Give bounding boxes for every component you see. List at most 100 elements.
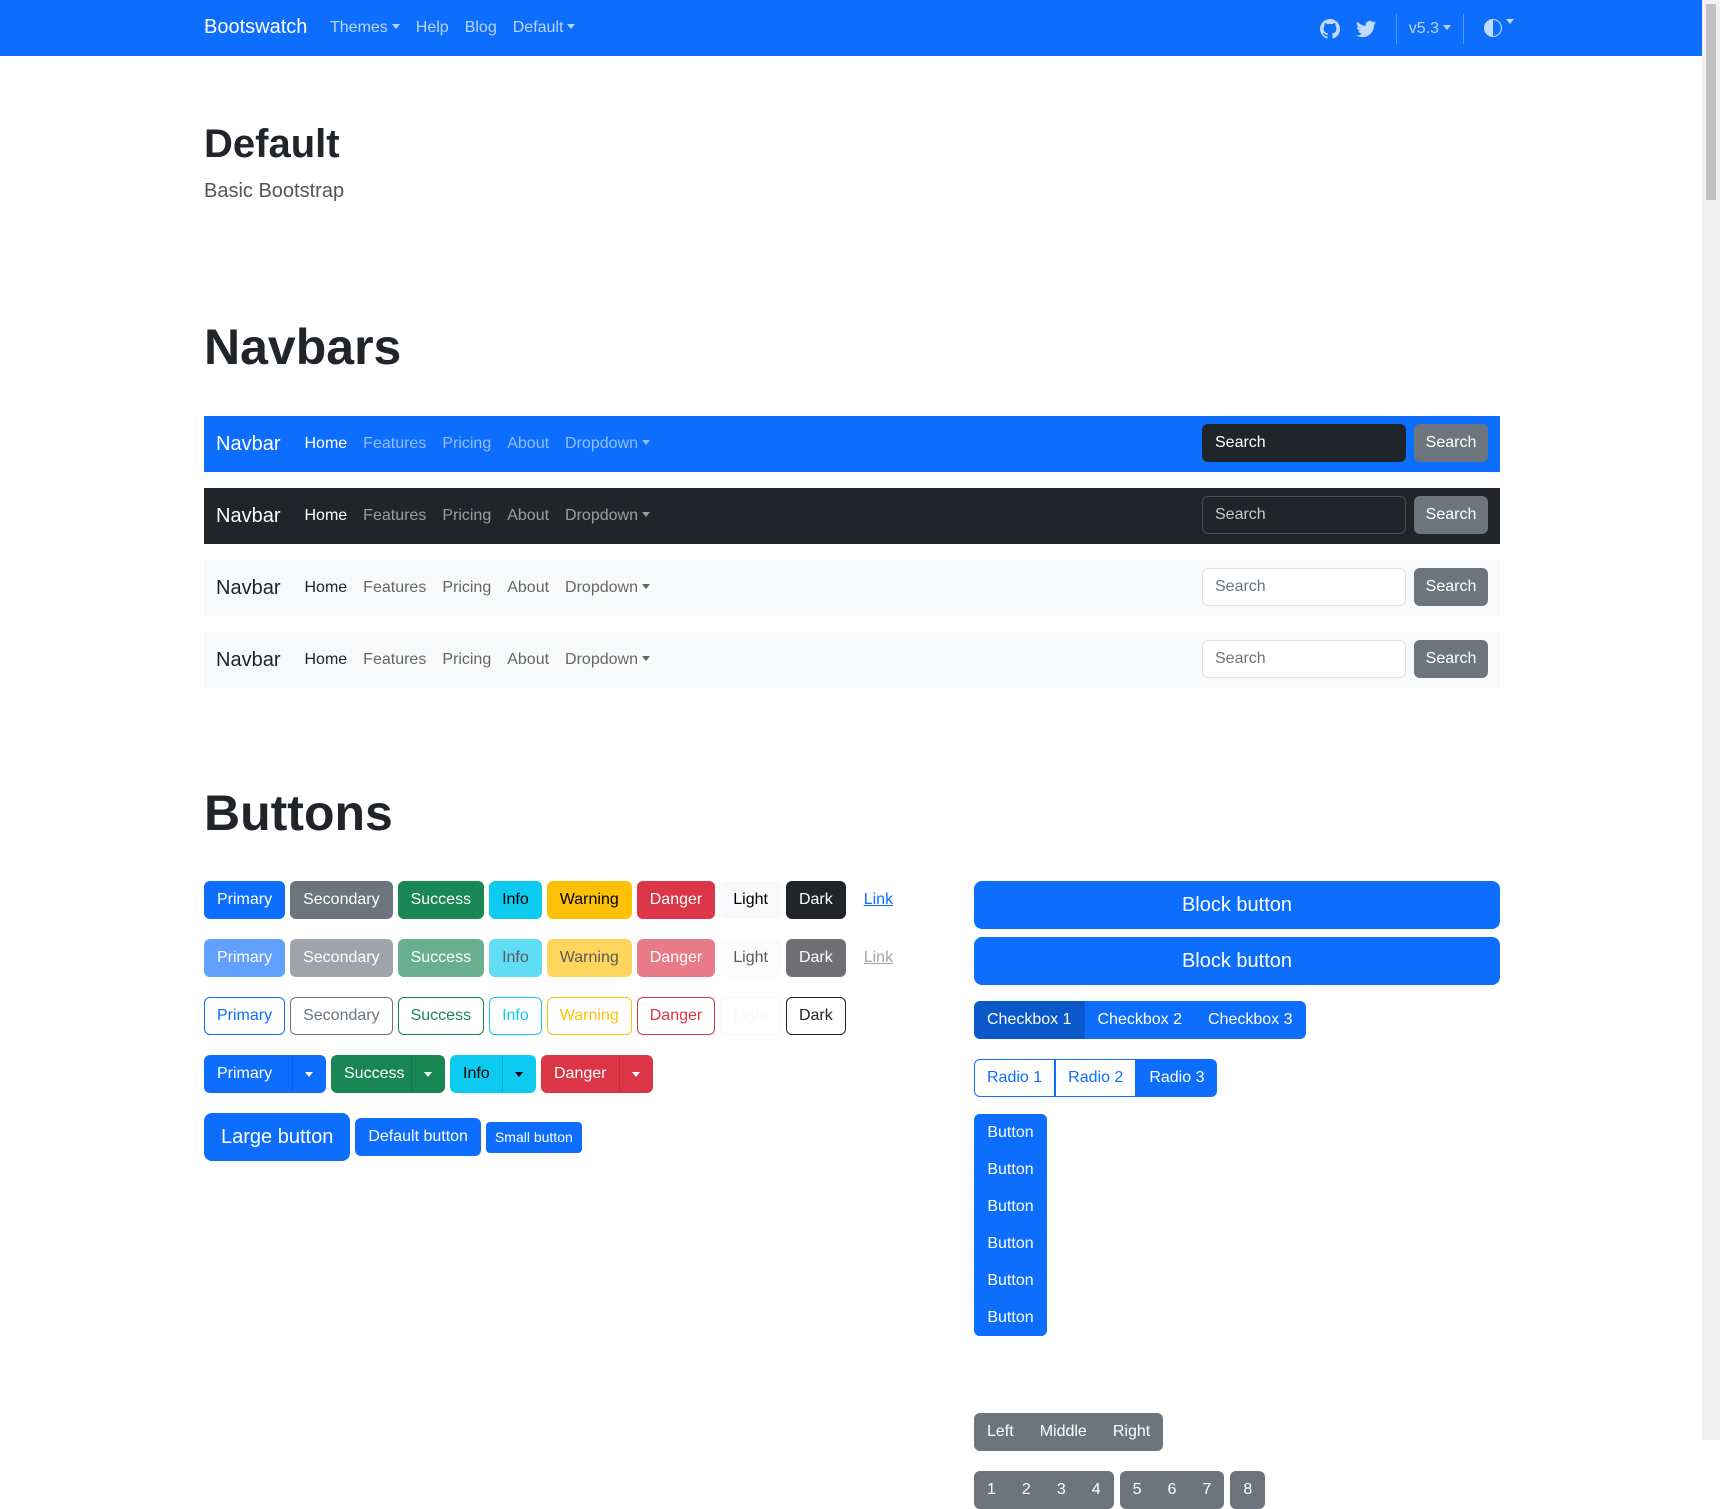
default-button[interactable]: Default button <box>355 1118 481 1156</box>
dark-outline-button[interactable]: Dark <box>785 997 846 1035</box>
navbar-brand[interactable]: Navbar <box>216 649 280 672</box>
nav-pricing[interactable]: Pricing <box>442 435 491 453</box>
nav-home[interactable]: Home <box>304 579 347 597</box>
nav-home[interactable]: Home <box>304 507 347 525</box>
small-button[interactable]: Small button <box>485 1121 582 1153</box>
chevron-down-icon[interactable] <box>619 1055 653 1093</box>
github-icon[interactable] <box>1319 19 1340 39</box>
nav-features[interactable]: Features <box>363 507 426 525</box>
nav-pricing[interactable]: Pricing <box>442 651 491 669</box>
primary-button[interactable]: Primary <box>204 881 286 919</box>
nav-home[interactable]: Home <box>304 651 347 669</box>
block-button[interactable]: Block button <box>974 937 1500 985</box>
navbar-links: Home Features Pricing About Dropdown <box>304 435 649 453</box>
nav-about[interactable]: About <box>507 507 549 525</box>
toolbar-button[interactable]: 2 <box>1008 1471 1044 1509</box>
search-input[interactable]: Search <box>1202 568 1406 606</box>
large-button[interactable]: Large button <box>204 1113 351 1161</box>
nav-pricing[interactable]: Pricing <box>442 507 491 525</box>
toolbar-button[interactable]: 4 <box>1078 1471 1114 1509</box>
navbar-brand[interactable]: Navbar <box>216 433 280 456</box>
info-outline-button[interactable]: Info <box>489 997 542 1035</box>
info-button-disabled: Info <box>489 939 542 977</box>
toolbar-button[interactable]: 8 <box>1230 1471 1266 1509</box>
warning-button[interactable]: Warning <box>546 881 632 919</box>
chevron-down-icon[interactable] <box>411 1055 445 1093</box>
danger-outline-button[interactable]: Danger <box>636 997 716 1035</box>
right-button[interactable]: Right <box>1099 1413 1164 1451</box>
chevron-down-icon[interactable] <box>292 1055 326 1093</box>
middle-button[interactable]: Middle <box>1026 1413 1100 1451</box>
vertical-button[interactable]: Button <box>974 1262 1047 1299</box>
nav-dropdown[interactable]: Dropdown <box>565 435 650 453</box>
primary-split-main[interactable]: Primary <box>204 1055 292 1093</box>
theme-toggle-icon[interactable] <box>1484 19 1514 39</box>
navbar-brand[interactable]: Navbar <box>216 577 280 600</box>
toolbar-button[interactable]: 5 <box>1119 1471 1155 1509</box>
dark-button[interactable]: Dark <box>785 881 846 919</box>
info-button[interactable]: Info <box>489 881 542 919</box>
chevron-down-icon[interactable] <box>502 1055 536 1093</box>
nav-home[interactable]: Home <box>304 435 347 453</box>
navbar-dark: Navbar Home Features Pricing About Dropd… <box>204 488 1500 544</box>
vertical-button[interactable]: Button <box>974 1188 1047 1225</box>
danger-split-main[interactable]: Danger <box>541 1055 619 1093</box>
vertical-button[interactable]: Button <box>974 1114 1047 1151</box>
success-outline-button[interactable]: Success <box>397 997 485 1035</box>
block-button[interactable]: Block button <box>974 881 1500 929</box>
nav-dropdown[interactable]: Dropdown <box>565 579 650 597</box>
info-split-main[interactable]: Info <box>450 1055 502 1093</box>
brand-link[interactable]: Bootswatch <box>204 16 307 39</box>
toolbar-button[interactable]: 6 <box>1154 1471 1190 1509</box>
nav-features[interactable]: Features <box>363 651 426 669</box>
search-button[interactable]: Search <box>1414 424 1488 462</box>
danger-button[interactable]: Danger <box>636 881 716 919</box>
toolbar-button[interactable]: 3 <box>1043 1471 1079 1509</box>
nav-features[interactable]: Features <box>363 579 426 597</box>
primary-outline-button[interactable]: Primary <box>204 997 286 1035</box>
nav-about[interactable]: About <box>507 435 549 453</box>
version-dropdown[interactable]: v5.3 <box>1409 20 1451 38</box>
help-link[interactable]: Help <box>416 19 449 37</box>
checkbox-3[interactable]: Checkbox 3 <box>1195 1001 1306 1039</box>
nav-about[interactable]: About <box>507 579 549 597</box>
link-button[interactable]: Link <box>851 881 906 919</box>
navbar-brand[interactable]: Navbar <box>216 505 280 528</box>
nav-pricing[interactable]: Pricing <box>442 579 491 597</box>
split-buttons-row: Primary Success Info Danger <box>204 1055 653 1093</box>
scrollbar-thumb[interactable] <box>1706 4 1716 200</box>
blog-link[interactable]: Blog <box>465 19 497 37</box>
radio-3[interactable]: Radio 3 <box>1136 1059 1218 1097</box>
search-input[interactable]: Search <box>1202 424 1406 462</box>
search-button[interactable]: Search <box>1414 496 1488 534</box>
checkbox-2[interactable]: Checkbox 2 <box>1084 1001 1195 1039</box>
nav-dropdown[interactable]: Dropdown <box>565 507 650 525</box>
nav-about[interactable]: About <box>507 651 549 669</box>
vertical-button[interactable]: Button <box>974 1225 1047 1262</box>
twitter-icon[interactable] <box>1355 19 1376 39</box>
checkbox-1[interactable]: Checkbox 1 <box>974 1001 1085 1039</box>
themes-dropdown[interactable]: Themes <box>330 19 400 37</box>
default-dropdown[interactable]: Default <box>513 19 576 37</box>
vertical-button[interactable]: Button <box>974 1299 1047 1336</box>
search-input[interactable]: Search <box>1202 496 1406 534</box>
warning-outline-button[interactable]: Warning <box>546 997 632 1035</box>
nav-features[interactable]: Features <box>363 435 426 453</box>
secondary-button[interactable]: Secondary <box>290 881 393 919</box>
search-input[interactable]: Search <box>1202 640 1406 678</box>
nav-dropdown[interactable]: Dropdown <box>565 651 650 669</box>
success-split-main[interactable]: Success <box>331 1055 411 1093</box>
vertical-button[interactable]: Button <box>974 1151 1047 1188</box>
secondary-outline-button[interactable]: Secondary <box>290 997 393 1035</box>
search-button[interactable]: Search <box>1414 640 1488 678</box>
toolbar-button[interactable]: 7 <box>1189 1471 1225 1509</box>
radio-2[interactable]: Radio 2 <box>1055 1059 1137 1097</box>
light-button[interactable]: Light <box>720 881 781 919</box>
toolbar-button[interactable]: 1 <box>974 1471 1009 1509</box>
light-outline-button[interactable]: Light <box>720 997 781 1035</box>
vertical-scrollbar[interactable] <box>1702 0 1720 1440</box>
left-button[interactable]: Left <box>974 1413 1027 1451</box>
success-button[interactable]: Success <box>397 881 485 919</box>
search-button[interactable]: Search <box>1414 568 1488 606</box>
radio-1[interactable]: Radio 1 <box>974 1059 1056 1097</box>
